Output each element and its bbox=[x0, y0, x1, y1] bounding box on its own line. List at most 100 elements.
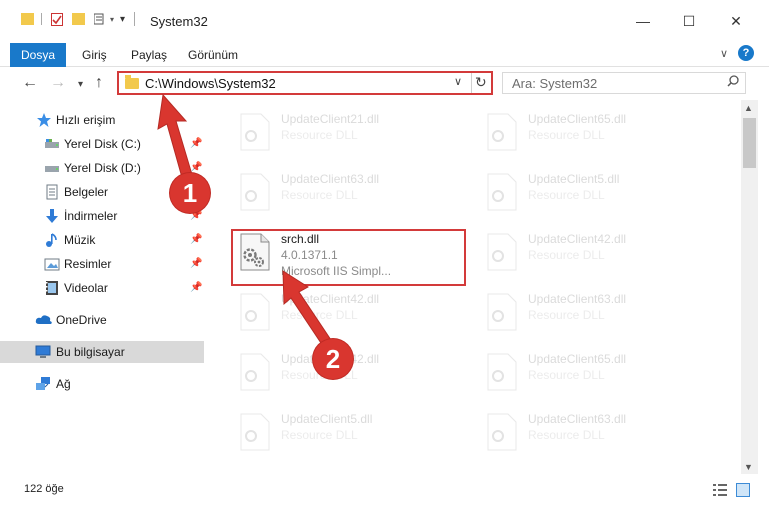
separator bbox=[134, 12, 136, 26]
file-tile[interactable]: UpdateClient63.dll Resource DLL bbox=[477, 284, 712, 338]
file-tile[interactable]: UpdateClient5.dll Resource DLL bbox=[477, 164, 712, 218]
pin-icon[interactable]: 📌 bbox=[190, 282, 202, 293]
customize-icon[interactable] bbox=[93, 13, 108, 25]
large-icons-view-icon[interactable] bbox=[736, 483, 750, 497]
video-icon bbox=[44, 280, 60, 296]
file-tile[interactable]: UpdateClient63.dll Resource DLL bbox=[230, 164, 465, 218]
dll-file-icon bbox=[235, 352, 273, 392]
cloud-icon bbox=[35, 312, 52, 328]
file-tile[interactable]: UpdateClient21.dll Resource DLL bbox=[230, 104, 465, 158]
dll-file-icon bbox=[482, 172, 520, 212]
file-type: Resource DLL bbox=[281, 308, 358, 322]
sidebar-item-local-disk-d[interactable]: Yerel Disk (D:) 📌 bbox=[0, 157, 204, 179]
title-bar: ▾ ▾ System32 — ☐ ✕ bbox=[0, 0, 769, 40]
sidebar-item-downloads[interactable]: İndirmeler 📌 bbox=[0, 205, 204, 227]
scroll-up-icon[interactable]: ▲ bbox=[744, 103, 753, 113]
file-tile[interactable]: UpdateClient65.dll Resource DLL bbox=[477, 344, 712, 398]
documents-icon bbox=[44, 184, 60, 200]
file-tile[interactable]: UpdateClient5.dll Resource DLL bbox=[230, 404, 465, 458]
sidebar-item-local-disk-c[interactable]: Yerel Disk (C:) 📌 bbox=[0, 133, 204, 155]
tab-view[interactable]: Görünüm bbox=[188, 43, 238, 67]
drive-icon bbox=[44, 160, 60, 176]
search-input[interactable]: Ara: System32 bbox=[502, 72, 746, 94]
pin-icon[interactable]: 📌 bbox=[190, 138, 202, 149]
sidebar-item-onedrive[interactable]: OneDrive bbox=[0, 309, 204, 331]
minimize-button[interactable]: — bbox=[636, 14, 650, 28]
file-type: Resource DLL bbox=[528, 248, 605, 262]
navigation-bar: ← → ▾ ↑ C:\Windows\System32 ∨ ↻ Ara: Sys… bbox=[0, 68, 769, 100]
sidebar-item-quick-access[interactable]: Hızlı erişim bbox=[0, 109, 204, 131]
file-name: UpdateClient63.dll bbox=[281, 172, 380, 186]
folder-icon bbox=[21, 13, 34, 25]
back-button[interactable]: ← bbox=[22, 73, 38, 93]
file-tile[interactable]: UpdateClient65.dll Resource DLL bbox=[477, 104, 712, 158]
scroll-thumb[interactable] bbox=[743, 118, 756, 168]
dll-file-icon bbox=[482, 112, 520, 152]
dll-file-icon bbox=[235, 172, 273, 212]
forward-button[interactable]: → bbox=[50, 73, 66, 93]
file-type: Resource DLL bbox=[281, 428, 358, 442]
star-icon bbox=[36, 112, 52, 128]
address-dropdown-icon[interactable]: ∨ bbox=[454, 75, 462, 88]
details-view-icon[interactable] bbox=[713, 484, 727, 496]
file-type: Resource DLL bbox=[528, 128, 605, 142]
help-icon[interactable]: ? bbox=[738, 45, 754, 61]
vertical-scrollbar[interactable]: ▲ ▼ bbox=[741, 100, 758, 474]
address-bar[interactable]: C:\Windows\System32 ∨ ↻ bbox=[117, 71, 493, 95]
dll-file-icon bbox=[482, 232, 520, 272]
file-list: UpdateClient21.dll Resource DLL UpdateCl… bbox=[205, 100, 741, 472]
sidebar-item-label: Bu bilgisayar bbox=[56, 345, 125, 359]
up-button[interactable]: ↑ bbox=[95, 73, 103, 93]
chevron-down-icon[interactable]: ▾ bbox=[110, 15, 114, 24]
dll-file-icon bbox=[482, 292, 520, 332]
maximize-button[interactable]: ☐ bbox=[682, 14, 696, 28]
tab-share[interactable]: Paylaş bbox=[131, 43, 167, 67]
quick-access-dropdown-icon[interactable]: ▾ bbox=[120, 14, 125, 25]
tab-file[interactable]: Dosya bbox=[10, 43, 66, 67]
pin-icon[interactable]: 📌 bbox=[190, 162, 202, 173]
file-name: UpdateClient5.dll bbox=[281, 412, 373, 426]
sidebar-item-label: Yerel Disk (C:) bbox=[64, 137, 141, 151]
sidebar-item-label: Resimler bbox=[64, 257, 112, 271]
file-tile[interactable]: UpdateClient63.dll Resource DLL bbox=[477, 404, 712, 458]
sidebar-item-label: Hızlı erişim bbox=[56, 113, 116, 127]
close-button[interactable]: ✕ bbox=[729, 14, 743, 28]
refresh-button[interactable]: ↻ bbox=[475, 74, 487, 91]
sidebar-item-this-pc[interactable]: Bu bilgisayar bbox=[0, 341, 204, 363]
file-type: Resource DLL bbox=[528, 368, 605, 382]
file-type: Resource DLL bbox=[281, 128, 358, 142]
sidebar-item-label: OneDrive bbox=[56, 313, 107, 327]
sidebar-item-pictures[interactable]: Resimler 📌 bbox=[0, 253, 204, 275]
address-path[interactable]: C:\Windows\System32 bbox=[145, 76, 276, 91]
file-name: UpdateClient65.dll bbox=[528, 112, 627, 126]
file-tile[interactable]: UpdateClient42.dll Resource DLL bbox=[230, 284, 465, 338]
sidebar-item-label: Yerel Disk (D:) bbox=[64, 161, 141, 175]
search-icon[interactable] bbox=[727, 75, 739, 90]
sidebar-item-label: Belgeler bbox=[64, 185, 109, 199]
drive-icon bbox=[44, 136, 60, 152]
folder-icon bbox=[125, 75, 139, 89]
ribbon-expand-icon[interactable]: ∨ bbox=[720, 47, 728, 60]
sidebar-item-videos[interactable]: Videolar 📌 bbox=[0, 277, 204, 299]
tab-home[interactable]: Giriş bbox=[82, 43, 107, 67]
sidebar-item-music[interactable]: Müzik 📌 bbox=[0, 229, 204, 251]
step-badge-1: 1 bbox=[170, 173, 210, 213]
recent-locations-button[interactable]: ▾ bbox=[78, 75, 83, 95]
dll-file-icon bbox=[235, 412, 273, 452]
pin-icon[interactable]: 📌 bbox=[190, 234, 202, 245]
file-type: Resource DLL bbox=[528, 428, 605, 442]
file-name: UpdateClient5.dll bbox=[528, 172, 620, 186]
step-badge-2: 2 bbox=[313, 339, 353, 379]
pin-icon[interactable]: 📌 bbox=[190, 258, 202, 269]
network-icon bbox=[35, 376, 51, 392]
file-type: Resource DLL bbox=[528, 308, 605, 322]
navigation-pane: Hızlı erişim Yerel Disk (C:) 📌 Yerel Dis… bbox=[0, 100, 204, 472]
sidebar-item-network[interactable]: Ağ bbox=[0, 373, 204, 395]
properties-icon[interactable] bbox=[51, 12, 63, 26]
sidebar-item-label: İndirmeler bbox=[64, 209, 118, 223]
item-count: 122 öğe bbox=[24, 483, 64, 495]
scroll-down-icon[interactable]: ▼ bbox=[744, 462, 753, 472]
new-folder-icon[interactable] bbox=[72, 13, 85, 25]
file-name: UpdateClient65.dll bbox=[528, 352, 627, 366]
file-tile[interactable]: UpdateClient42.dll Resource DLL bbox=[477, 224, 712, 278]
